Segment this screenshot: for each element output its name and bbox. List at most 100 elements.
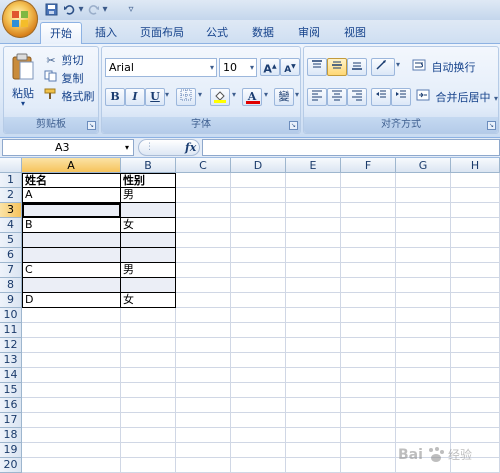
cell-c18[interactable] (176, 428, 231, 443)
cell-f5[interactable] (341, 233, 396, 248)
cell-g4[interactable] (396, 218, 451, 233)
cell-h15[interactable] (451, 383, 500, 398)
column-header-e[interactable]: E (286, 158, 341, 173)
cell-d2[interactable] (231, 188, 286, 203)
cell-b12[interactable] (121, 338, 176, 353)
cell-d18[interactable] (231, 428, 286, 443)
cell-a19[interactable] (22, 443, 121, 458)
alignment-dialog-launcher-icon[interactable]: ↘ (487, 121, 496, 130)
cell-e11[interactable] (286, 323, 341, 338)
tab-formulas[interactable]: 公式 (200, 22, 234, 44)
cell-b14[interactable] (121, 368, 176, 383)
cell-h5[interactable] (451, 233, 500, 248)
select-all-corner[interactable] (0, 158, 22, 173)
tab-home[interactable]: 开始 (40, 22, 82, 44)
cell-e18[interactable] (286, 428, 341, 443)
cell-f2[interactable] (341, 188, 396, 203)
cell-c6[interactable] (176, 248, 231, 263)
cell-a16[interactable] (22, 398, 121, 413)
column-header-g[interactable]: G (396, 158, 451, 173)
paste-button[interactable]: 粘贴 ▾ (8, 53, 38, 113)
phonetic-dropdown-icon[interactable]: ▾ (295, 90, 299, 99)
cell-d10[interactable] (231, 308, 286, 323)
name-box[interactable]: A3 ▾ (2, 139, 134, 156)
cell-g7[interactable] (396, 263, 451, 278)
row-header-4[interactable]: 4 (0, 218, 22, 233)
cell-e1[interactable] (286, 173, 341, 188)
cell-d7[interactable] (231, 263, 286, 278)
font-size-dropdown-icon[interactable]: ▾ (250, 59, 254, 76)
cell-b8[interactable] (121, 278, 176, 293)
cell-c16[interactable] (176, 398, 231, 413)
cell-h16[interactable] (451, 398, 500, 413)
cell-h13[interactable] (451, 353, 500, 368)
orientation-dropdown-icon[interactable]: ▾ (396, 60, 400, 69)
cell-g10[interactable] (396, 308, 451, 323)
cell-c5[interactable] (176, 233, 231, 248)
clipboard-dialog-launcher-icon[interactable]: ↘ (87, 121, 96, 130)
cell-f3[interactable] (341, 203, 396, 218)
cell-b1[interactable]: 性别 (121, 173, 176, 188)
cell-f11[interactable] (341, 323, 396, 338)
phonetic-icon[interactable]: 變 (274, 88, 294, 106)
cell-a5[interactable] (22, 233, 121, 248)
row-header-11[interactable]: 11 (0, 323, 22, 338)
cell-a15[interactable] (22, 383, 121, 398)
cell-d12[interactable] (231, 338, 286, 353)
cell-a9[interactable]: D (22, 293, 121, 308)
cell-e4[interactable] (286, 218, 341, 233)
column-header-b[interactable]: B (121, 158, 176, 173)
font-name-dropdown-icon[interactable]: ▾ (210, 59, 214, 76)
tab-data[interactable]: 数据 (246, 22, 280, 44)
cell-h2[interactable] (451, 188, 500, 203)
cell-d3[interactable] (231, 203, 286, 218)
cell-e19[interactable] (286, 443, 341, 458)
cell-d6[interactable] (231, 248, 286, 263)
column-header-h[interactable]: H (451, 158, 500, 173)
cell-a11[interactable] (22, 323, 121, 338)
cell-c2[interactable] (176, 188, 231, 203)
align-right-icon[interactable] (347, 88, 367, 106)
wrap-text-button[interactable]: 自动换行 (412, 58, 476, 78)
cell-c10[interactable] (176, 308, 231, 323)
row-header-14[interactable]: 14 (0, 368, 22, 383)
underline-button[interactable]: U (145, 88, 165, 106)
align-top-icon[interactable] (307, 58, 327, 76)
row-header-10[interactable]: 10 (0, 308, 22, 323)
cell-e7[interactable] (286, 263, 341, 278)
formula-input[interactable] (202, 139, 500, 156)
insert-function-icon[interactable]: fx (185, 140, 196, 155)
cell-c9[interactable] (176, 293, 231, 308)
cell-d17[interactable] (231, 413, 286, 428)
cell-e16[interactable] (286, 398, 341, 413)
borders-icon[interactable] (176, 88, 196, 106)
cell-e13[interactable] (286, 353, 341, 368)
cell-b3[interactable] (121, 203, 176, 218)
cell-h7[interactable] (451, 263, 500, 278)
fill-color-dropdown-icon[interactable]: ▾ (232, 90, 236, 99)
cell-h3[interactable] (451, 203, 500, 218)
row-header-16[interactable]: 16 (0, 398, 22, 413)
cut-button[interactable]: ✂ 剪切 (44, 51, 83, 71)
cell-g11[interactable] (396, 323, 451, 338)
cell-d20[interactable] (231, 458, 286, 473)
copy-button[interactable]: 复制 (44, 69, 84, 89)
cell-g14[interactable] (396, 368, 451, 383)
cell-g2[interactable] (396, 188, 451, 203)
cell-d1[interactable] (231, 173, 286, 188)
cell-h10[interactable] (451, 308, 500, 323)
cell-b5[interactable] (121, 233, 176, 248)
cell-c17[interactable] (176, 413, 231, 428)
cell-g9[interactable] (396, 293, 451, 308)
office-button[interactable] (2, 0, 38, 38)
cell-b4[interactable]: 女 (121, 218, 176, 233)
row-header-17[interactable]: 17 (0, 413, 22, 428)
cell-h11[interactable] (451, 323, 500, 338)
cell-e5[interactable] (286, 233, 341, 248)
cell-c1[interactable] (176, 173, 231, 188)
cell-e10[interactable] (286, 308, 341, 323)
cell-d4[interactable] (231, 218, 286, 233)
cell-e3[interactable] (286, 203, 341, 218)
cell-d15[interactable] (231, 383, 286, 398)
cell-h17[interactable] (451, 413, 500, 428)
